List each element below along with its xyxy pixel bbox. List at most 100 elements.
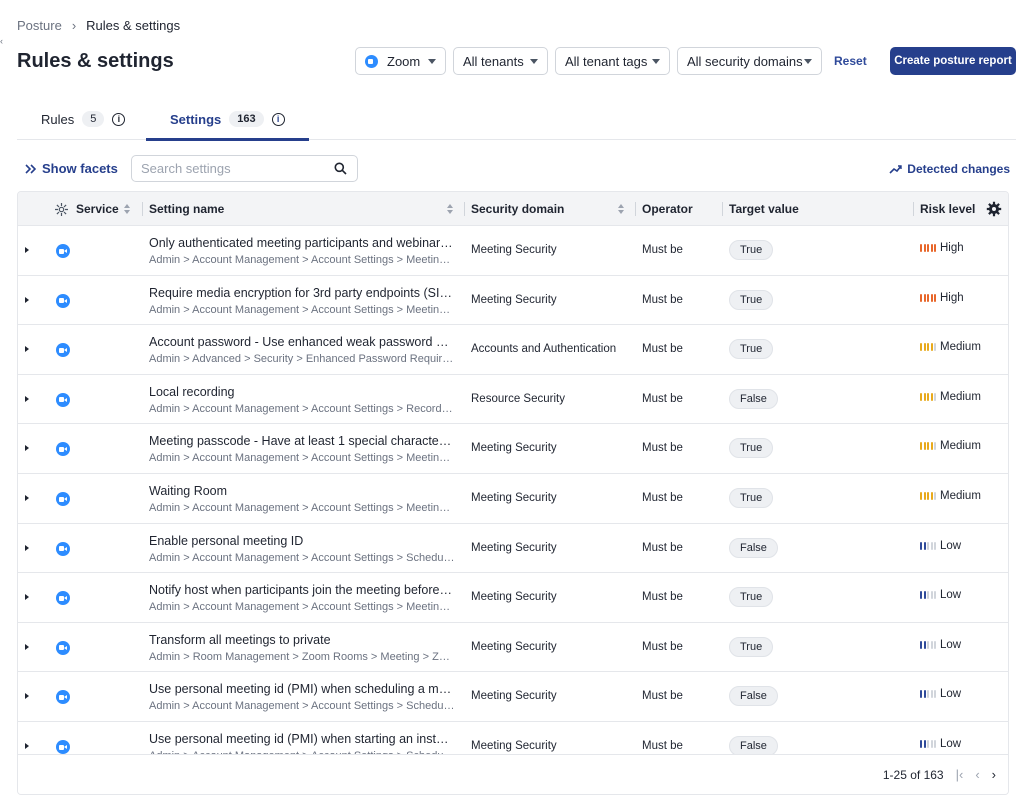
table-row[interactable]: Transform all meetings to private Admin >…	[18, 622, 1008, 673]
risk-level: Medium	[920, 490, 981, 502]
column-divider	[142, 202, 143, 216]
expand-row-icon[interactable]	[25, 643, 29, 650]
column-settings-gear-icon[interactable]	[986, 192, 1002, 226]
table-row[interactable]: Use personal meeting id (PMI) when sched…	[18, 672, 1008, 722]
service-filter-dropdown[interactable]: Zoom	[355, 47, 446, 75]
tenant-tags-filter-dropdown[interactable]: All tenant tags	[555, 47, 670, 75]
zoom-icon	[56, 591, 70, 606]
column-header-target-value[interactable]: Target value	[729, 192, 799, 226]
target-value-badge: True	[729, 438, 774, 459]
page-title: Rules & settings	[17, 50, 174, 72]
expand-row-icon[interactable]	[25, 296, 29, 303]
table-row[interactable]: Notify host when participants join the m…	[18, 573, 1008, 623]
table-row[interactable]: Account password - Use enhanced weak pas…	[18, 325, 1008, 375]
expand-row-icon[interactable]	[25, 395, 29, 402]
risk-level: Low	[920, 639, 961, 651]
expand-row-icon[interactable]	[25, 693, 29, 700]
operator: Must be	[642, 244, 683, 256]
risk-level: Low	[920, 540, 961, 552]
info-icon[interactable]: i	[112, 112, 126, 126]
setting-name[interactable]: Only authenticated meeting participants …	[149, 236, 455, 250]
setting-name[interactable]: Waiting Room	[149, 484, 455, 498]
setting-path: Admin > Room Management > Zoom Rooms > M…	[149, 650, 455, 663]
next-page-icon[interactable]: ›	[992, 767, 996, 782]
collapse-sidebar-icon[interactable]: ‹	[0, 36, 3, 46]
reset-filters-button[interactable]: Reset	[834, 54, 867, 68]
expand-row-icon[interactable]	[25, 346, 29, 353]
zoom-icon	[365, 54, 378, 68]
column-header-security-domain[interactable]: Security domain	[471, 192, 564, 226]
show-facets-button[interactable]: Show facets	[25, 161, 118, 176]
zoom-icon	[56, 640, 70, 655]
operator: Must be	[642, 740, 683, 752]
setting-name[interactable]: Require media encryption for 3rd party e…	[149, 286, 455, 300]
column-header-risk-level[interactable]: Risk level	[920, 192, 975, 226]
security-domain: Meeting Security	[471, 442, 557, 455]
expand-row-icon[interactable]	[25, 495, 29, 501]
breadcrumb: Posture › Rules & settings	[17, 18, 180, 33]
security-domain: Accounts and Authentication	[471, 343, 617, 356]
security-domain-filter-dropdown[interactable]: All security domains	[677, 47, 822, 75]
column-header-setting-name[interactable]: Setting name	[149, 192, 224, 226]
setting-path: Admin > Account Management > Account Set…	[149, 303, 455, 316]
security-domain: Meeting Security	[471, 541, 557, 554]
table-row[interactable]: Meeting passcode - Have at least 1 speci…	[18, 424, 1008, 474]
show-facets-label: Show facets	[42, 161, 118, 176]
tenant-filter-dropdown[interactable]: All tenants	[453, 47, 548, 75]
chevron-right-icon: ›	[71, 18, 77, 33]
risk-level-bars-icon	[920, 591, 936, 600]
risk-level: Low	[920, 589, 961, 601]
tab-rules-count: 5	[82, 111, 105, 127]
column-security-domain-label: Security domain	[471, 202, 565, 216]
expand-row-icon[interactable]	[25, 594, 29, 601]
risk-level-bars-icon	[920, 640, 936, 649]
table-body: Only authenticated meeting participants …	[18, 226, 1008, 756]
expand-row-icon[interactable]	[25, 445, 29, 452]
setting-name[interactable]: Meeting passcode - Have at least 1 speci…	[149, 434, 455, 448]
setting-path: Admin > Account Management > Account Set…	[149, 452, 455, 465]
risk-level-bars-icon	[920, 392, 936, 401]
operator: Must be	[642, 343, 683, 356]
chevron-down-icon	[804, 58, 812, 64]
column-header-operator[interactable]: Operator	[642, 192, 693, 226]
tab-rules[interactable]: Rules 5 i	[41, 98, 126, 140]
settings-table: Service Setting name Security domain Ope…	[17, 191, 1009, 795]
setting-name[interactable]: Transform all meetings to private	[149, 633, 455, 647]
setting-name[interactable]: Local recording	[149, 385, 455, 399]
risk-level: Low	[920, 688, 961, 700]
create-posture-report-button[interactable]: Create posture report	[890, 47, 1016, 75]
table-row[interactable]: Waiting Room Admin > Account Management >…	[18, 474, 1008, 524]
expand-row-icon[interactable]	[25, 743, 29, 749]
setting-name[interactable]: Use personal meeting id (PMI) when start…	[149, 732, 455, 746]
column-header-service[interactable]: Service	[54, 192, 119, 226]
risk-level-bars-icon	[920, 541, 936, 550]
operator: Must be	[642, 541, 683, 554]
setting-name[interactable]: Use personal meeting id (PMI) when sched…	[149, 682, 455, 696]
risk-level-bars-icon	[920, 343, 936, 352]
operator: Must be	[642, 293, 683, 306]
setting-name[interactable]: Account password - Use enhanced weak pas…	[149, 335, 455, 349]
filter-bar: Zoom All tenants All tenant tags All sec…	[355, 47, 867, 75]
first-page-icon[interactable]: |‹	[956, 767, 964, 782]
table-row[interactable]: Use personal meeting id (PMI) when start…	[18, 722, 1008, 756]
table-row[interactable]: Local recording Admin > Account Managemen…	[18, 374, 1008, 425]
search-input[interactable]	[131, 155, 358, 182]
tab-settings[interactable]: Settings 163 i	[146, 98, 309, 141]
previous-page-icon[interactable]: ‹	[975, 767, 979, 782]
security-domain: Meeting Security	[471, 293, 557, 306]
target-value-badge: True	[729, 339, 774, 360]
operator: Must be	[642, 640, 683, 653]
expand-row-icon[interactable]	[25, 544, 29, 551]
operator: Must be	[642, 392, 683, 405]
setting-name[interactable]: Notify host when participants join the m…	[149, 583, 455, 597]
zoom-icon	[56, 244, 70, 258]
table-row[interactable]: Enable personal meeting ID Admin > Accoun…	[18, 523, 1008, 574]
detected-changes-button[interactable]: Detected changes	[889, 162, 1010, 176]
tab-settings-label: Settings	[170, 111, 222, 127]
table-row[interactable]: Only authenticated meeting participants …	[18, 226, 1008, 276]
info-icon[interactable]: i	[271, 112, 285, 126]
table-row[interactable]: Require media encryption for 3rd party e…	[18, 275, 1008, 326]
expand-row-icon[interactable]	[25, 247, 29, 253]
breadcrumb-parent[interactable]: Posture	[17, 18, 62, 33]
setting-name[interactable]: Enable personal meeting ID	[149, 534, 455, 548]
